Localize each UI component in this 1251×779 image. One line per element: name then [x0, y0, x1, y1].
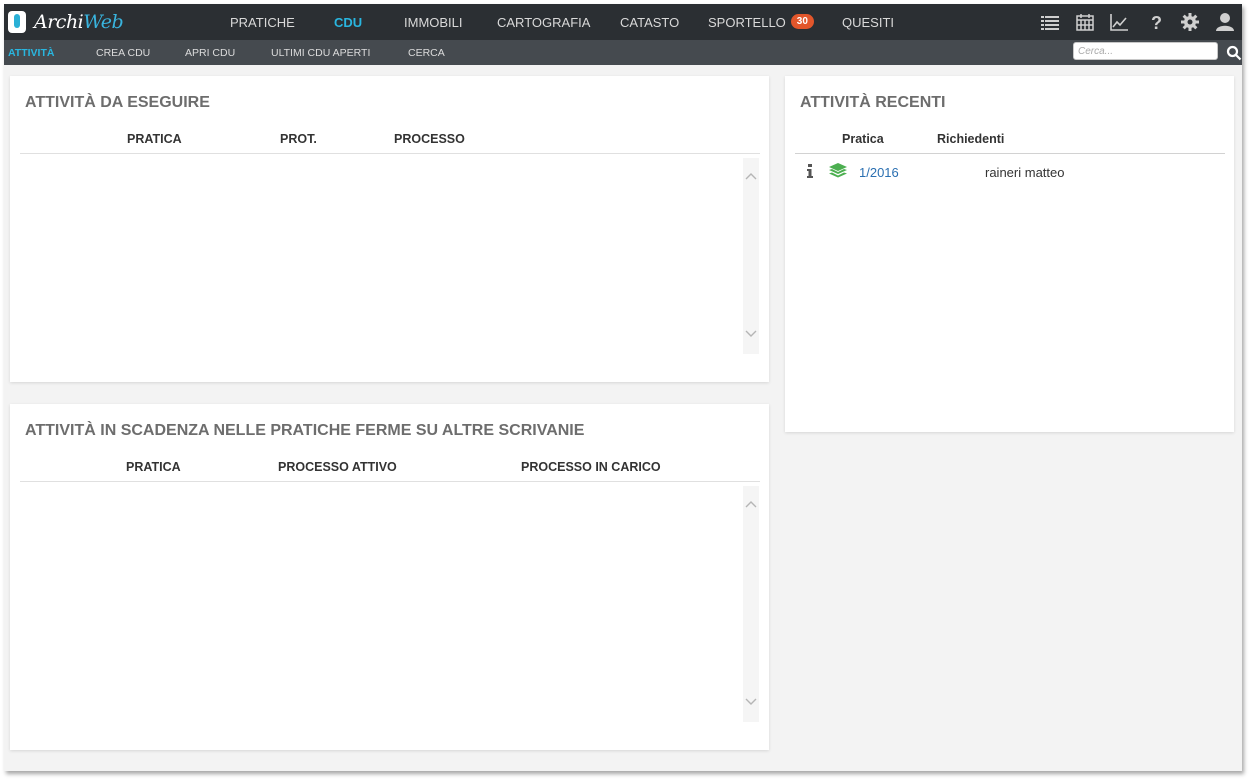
user-icon[interactable]	[1215, 12, 1235, 32]
subnav-cerca[interactable]: CERCA	[408, 40, 445, 65]
recent-panel: ATTIVITÀ RECENTI Pratica Richiedenti 1/2…	[785, 76, 1234, 432]
todo-panel: ATTIVITÀ DA ESEGUIRE PRATICA PROT. PROCE…	[10, 76, 769, 382]
col-pratica[interactable]: Pratica	[842, 132, 884, 146]
deadline-panel: ATTIVITÀ IN SCADENZA NELLE PRATICHE FERM…	[10, 404, 769, 750]
todo-panel-title: ATTIVITÀ DA ESEGUIRE	[25, 94, 210, 111]
list-icon[interactable]	[1040, 12, 1060, 32]
app-window: ArchiWeb PRATICHE CDU IMMOBILI CARTOGRAF…	[4, 4, 1242, 771]
nav-catasto[interactable]: CATASTO	[620, 4, 679, 40]
header-divider	[20, 481, 760, 482]
svg-text:?: ?	[1151, 13, 1162, 32]
scroll-up-icon[interactable]	[745, 168, 757, 180]
col-processo-in-carico[interactable]: PROCESSO IN CARICO	[521, 460, 661, 474]
logo-icon	[8, 11, 26, 33]
calendar-icon[interactable]	[1075, 12, 1095, 32]
recent-panel-title: ATTIVITÀ RECENTI	[800, 94, 946, 111]
notification-badge: 30	[790, 14, 814, 29]
app-logo[interactable]: ArchiWeb	[8, 10, 124, 34]
sub-navbar: ATTIVITÀ CREA CDU APRI CDU ULTIMI CDU AP…	[4, 40, 1242, 65]
col-processo[interactable]: PROCESSO	[394, 132, 465, 146]
scrollbar[interactable]	[743, 158, 759, 354]
header-divider	[20, 153, 760, 154]
scroll-down-icon[interactable]	[745, 694, 757, 705]
richiedenti-cell: raineri matteo	[985, 165, 1065, 180]
logo-text: ArchiWeb	[34, 11, 124, 33]
col-processo-attivo[interactable]: PROCESSO ATTIVO	[278, 460, 397, 474]
subnav-attivita[interactable]: ATTIVITÀ	[8, 40, 54, 65]
scrollbar[interactable]	[743, 486, 759, 722]
search-icon[interactable]	[1226, 45, 1242, 61]
subnav-crea-cdu[interactable]: CREA CDU	[96, 40, 150, 65]
layers-icon	[829, 163, 847, 179]
col-pratica[interactable]: PRATICA	[126, 460, 181, 474]
nav-cartografia[interactable]: CARTOGRAFIA	[497, 4, 590, 40]
subnav-ultimi-cdu-aperti[interactable]: ULTIMI CDU APERTI	[271, 40, 370, 65]
nav-sportello[interactable]: SPORTELLO 30	[708, 4, 814, 40]
nav-cdu[interactable]: CDU	[334, 4, 362, 40]
deadline-panel-title: ATTIVITÀ IN SCADENZA NELLE PRATICHE FERM…	[25, 422, 585, 439]
subnav-apri-cdu[interactable]: APRI CDU	[185, 40, 235, 65]
search-input[interactable]	[1073, 42, 1218, 60]
top-navbar: ArchiWeb PRATICHE CDU IMMOBILI CARTOGRAF…	[4, 4, 1242, 40]
nav-pratiche[interactable]: PRATICHE	[230, 4, 295, 40]
help-icon[interactable]: ?	[1146, 12, 1166, 32]
nav-quesiti[interactable]: QUESITI	[842, 4, 894, 40]
header-divider	[795, 153, 1225, 154]
col-pratica[interactable]: PRATICA	[127, 132, 182, 146]
scroll-down-icon[interactable]	[745, 326, 757, 337]
chart-icon[interactable]	[1109, 12, 1129, 32]
scroll-up-icon[interactable]	[745, 496, 757, 508]
pratica-link[interactable]: 1/2016	[859, 165, 899, 180]
col-prot[interactable]: PROT.	[280, 132, 317, 146]
nav-immobili[interactable]: IMMOBILI	[404, 4, 463, 40]
info-icon[interactable]	[805, 163, 815, 179]
gear-icon[interactable]	[1180, 12, 1200, 32]
col-richiedenti[interactable]: Richiedenti	[937, 132, 1004, 146]
